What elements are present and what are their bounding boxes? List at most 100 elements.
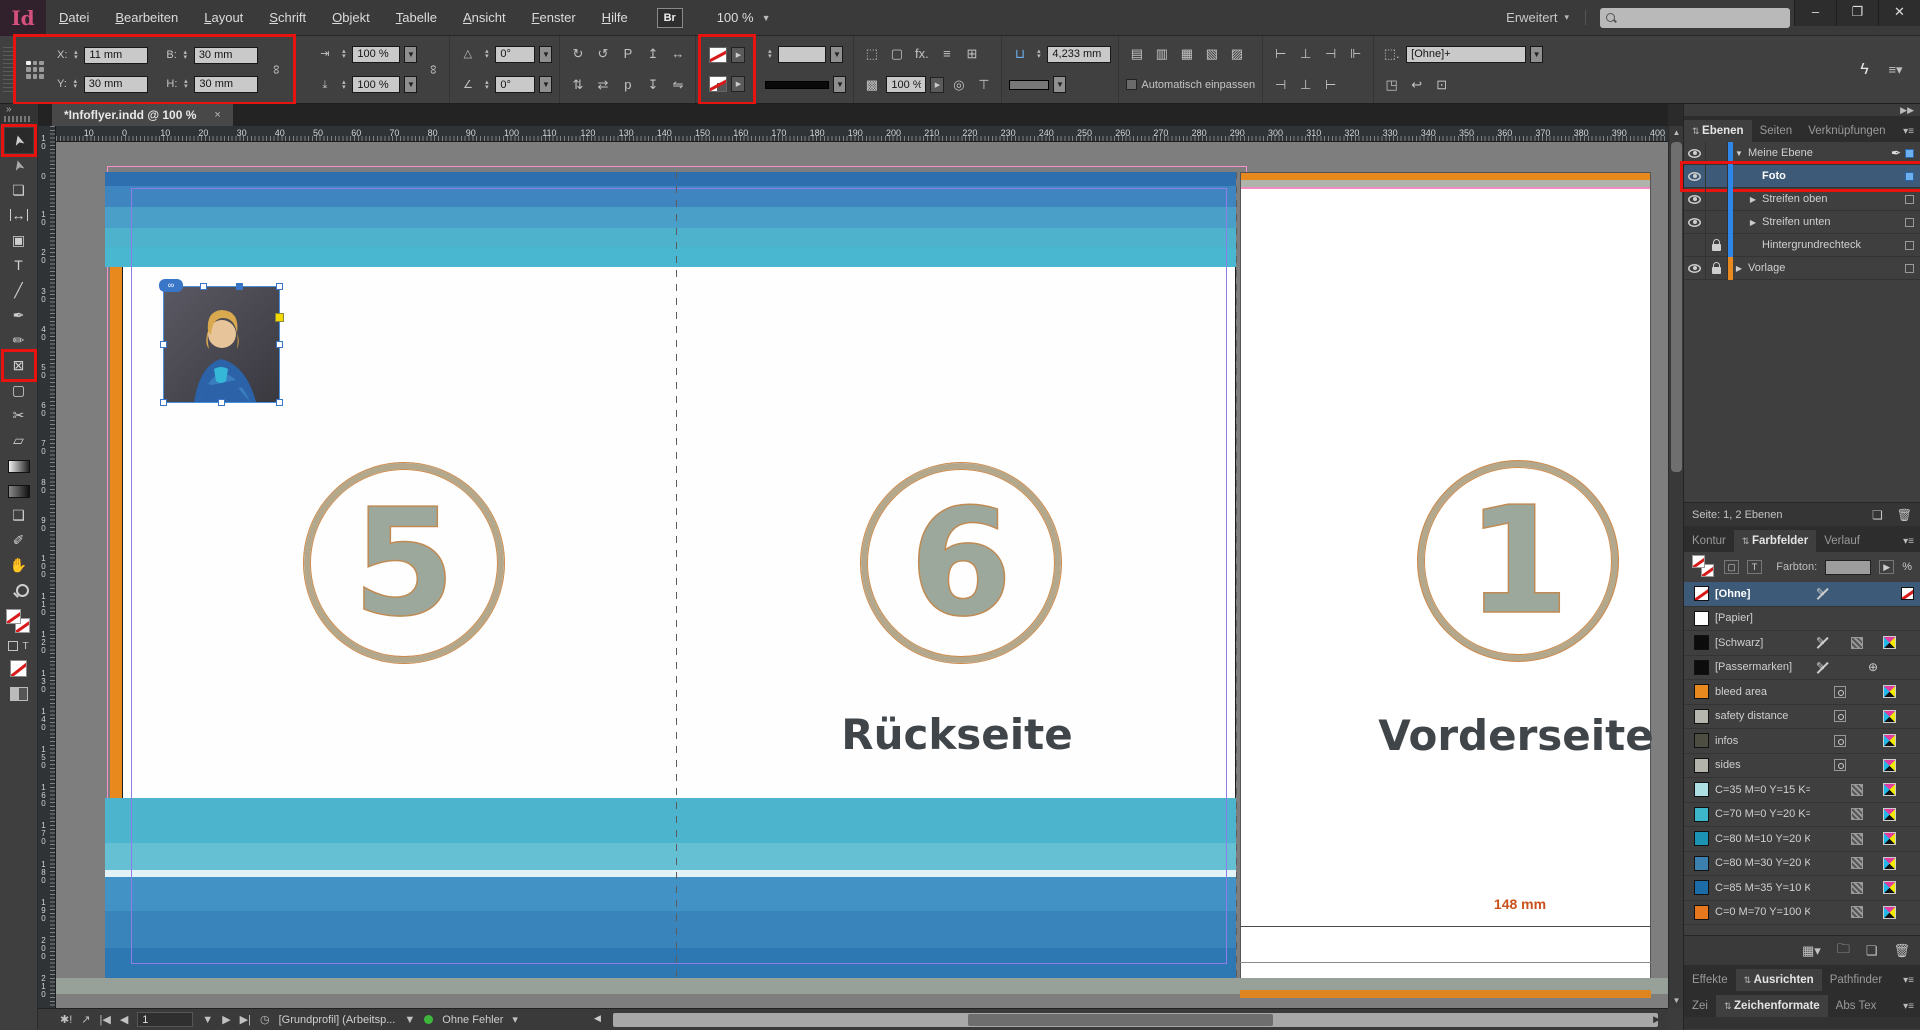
wrap-topbottom-icon[interactable]: ⊤ — [973, 75, 994, 95]
eyedropper-tool[interactable]: ✐ — [5, 528, 33, 553]
scissors-tool[interactable]: ✂ — [5, 403, 33, 428]
flip-horizontal-icon[interactable]: ⇄ — [592, 75, 613, 95]
fit-frame-icon[interactable]: ▧ — [1201, 44, 1222, 64]
search-input[interactable] — [1622, 12, 1785, 24]
scale-x-field[interactable] — [352, 46, 400, 63]
wrap-none-icon[interactable]: ≡ — [936, 44, 957, 64]
visibility-toggle[interactable] — [1684, 211, 1706, 234]
frame-grid-icon[interactable]: ⊡ — [1431, 75, 1452, 95]
swatch-bleed-area[interactable]: bleed area ✎ ⊕ — [1684, 680, 1920, 705]
bridge-button[interactable]: Br — [657, 8, 683, 28]
free-transform-tool[interactable]: ▱ — [5, 428, 33, 453]
menu-item[interactable]: Hilfe — [589, 0, 641, 35]
delete-swatch-icon[interactable]: 🗑 — [1893, 943, 1910, 959]
revert-icon[interactable]: ↩ — [1406, 75, 1427, 95]
first-page-icon[interactable]: |◀ — [100, 1013, 111, 1026]
new-group-icon[interactable]: 🗀 — [1837, 940, 1850, 962]
menu-item[interactable]: Schrift — [256, 0, 319, 35]
lock-toggle[interactable] — [1706, 211, 1728, 234]
direct-selection-tool[interactable]: ➤ — [5, 153, 33, 178]
swatch-c80-30-20-5[interactable]: C=80 M=30 Y=20 K=5 ✎ ⊕ — [1684, 852, 1920, 877]
page-tool[interactable]: ❏ — [5, 178, 33, 203]
scale-y-field[interactable] — [352, 76, 400, 93]
tab-verlauf[interactable]: Verlauf — [1816, 530, 1868, 552]
shear-field[interactable] — [495, 76, 535, 93]
zoom-tool[interactable] — [5, 578, 33, 603]
align-menu-icon[interactable]: ⊩ — [1345, 44, 1366, 64]
chevron-down-icon[interactable]: ▾ — [512, 1013, 518, 1026]
chevron-down-icon[interactable]: ▼ — [404, 46, 417, 63]
visibility-toggle[interactable] — [1684, 142, 1706, 165]
stroke-style-dropdown[interactable]: ▼ — [833, 76, 846, 93]
opacity-field[interactable] — [886, 76, 926, 93]
selection-proxy[interactable] — [1905, 218, 1914, 227]
gradient-swatch-tool[interactable] — [5, 453, 33, 478]
width-stepper[interactable]: ▴▾ — [181, 50, 190, 60]
height-stepper[interactable]: ▴▾ — [181, 79, 190, 89]
swatch-infos[interactable]: infos ✎ ⊕ — [1684, 729, 1920, 754]
tint-arrow-icon[interactable]: ▶ — [1879, 560, 1894, 574]
align-center-icon[interactable]: ⊥ — [1295, 44, 1316, 64]
chevron-down-icon[interactable]: ▼ — [539, 46, 552, 63]
rectangle-tool[interactable]: ▢ — [5, 378, 33, 403]
last-page-icon[interactable]: ▶| — [240, 1013, 251, 1026]
lock-toggle[interactable] — [1706, 142, 1728, 165]
indent-tree-icon[interactable]: ↔ — [667, 44, 688, 64]
tint-field[interactable] — [1825, 560, 1871, 575]
chevron-down-icon[interactable]: ▼ — [539, 76, 552, 93]
align-left-icon[interactable]: ⊢ — [1270, 44, 1291, 64]
new-layer-icon[interactable]: ❏ — [1872, 508, 1883, 522]
shear-stepper[interactable]: ▴▾ — [482, 80, 491, 90]
corner-edit-handle[interactable] — [275, 313, 284, 322]
lock-toggle[interactable] — [1706, 165, 1728, 188]
lock-toggle[interactable] — [1706, 188, 1728, 211]
corner-options-icon[interactable]: ⬚ — [861, 44, 882, 64]
selection-handle[interactable] — [276, 283, 283, 290]
fill-frame-icon[interactable]: ▤ — [1126, 44, 1147, 64]
panel-menu-icon[interactable]: ▾≡ — [1897, 121, 1920, 142]
placed-photo[interactable]: ∞ — [164, 287, 279, 402]
corner-shape-dropdown[interactable]: ▼ — [1053, 76, 1066, 93]
previous-page-icon[interactable]: ◀ — [120, 1013, 128, 1026]
menu-item[interactable]: Objekt — [319, 0, 383, 35]
layer-meine-ebene[interactable]: ▼ Meine Ebene ✒ — [1684, 142, 1920, 165]
scroll-down-icon[interactable]: ▼ — [1669, 994, 1684, 1008]
menu-item[interactable]: Datei — [46, 0, 102, 35]
menu-item[interactable]: Layout — [191, 0, 256, 35]
menu-item[interactable]: Fenster — [519, 0, 589, 35]
quick-apply-icon[interactable]: ϟ — [1854, 60, 1875, 80]
selection-handle[interactable] — [276, 399, 283, 406]
tab-ebenen[interactable]: ⇅ Ebenen — [1684, 120, 1752, 142]
page-number-field[interactable] — [137, 1012, 193, 1027]
paragraph-tree-down-icon[interactable]: ↧ — [642, 75, 663, 95]
stroke-menu-arrow-icon[interactable]: ▶ — [731, 76, 745, 92]
tab-absatzformate[interactable]: Abs Tex — [1828, 995, 1885, 1017]
collapse-panels-icon[interactable]: ▶▶ — [1684, 104, 1920, 116]
lock-toggle[interactable] — [1706, 234, 1728, 257]
toolbar-grip[interactable] — [4, 116, 32, 122]
tab-pathfinder[interactable]: Pathfinder — [1822, 969, 1890, 991]
corner-radius-field[interactable] — [1047, 46, 1111, 63]
swatch-c70-0-20-0[interactable]: C=70 M=0 Y=20 K=0 ✎ ⊕ — [1684, 803, 1920, 828]
rotate-90-ccw-icon[interactable]: ↺ — [592, 44, 613, 64]
width-field[interactable] — [194, 47, 258, 64]
search-box[interactable] — [1600, 8, 1790, 28]
menu-item[interactable]: Tabelle — [383, 0, 450, 35]
scrollbar-thumb[interactable] — [1671, 142, 1682, 472]
height-field[interactable] — [194, 76, 258, 93]
scroll-up-icon[interactable]: ▲ — [1669, 126, 1684, 140]
selection-handle[interactable] — [200, 283, 207, 290]
swatch-safety-distance[interactable]: safety distance ✎ ⊕ — [1684, 705, 1920, 730]
scroll-right-icon[interactable]: ▶ — [1653, 1014, 1660, 1025]
fill-none-swatch[interactable] — [709, 47, 727, 63]
rotation-stepper[interactable]: ▴▾ — [482, 49, 491, 59]
restore-button[interactable]: ❐ — [1836, 0, 1878, 26]
fill-stroke-proxy[interactable] — [6, 609, 32, 635]
selection-proxy[interactable] — [1905, 241, 1914, 250]
fill-stroke-proxy[interactable] — [1692, 555, 1716, 579]
expand-arrow-icon[interactable]: ▶ — [1747, 195, 1759, 204]
page-dropdown-icon[interactable]: ▼ — [202, 1014, 213, 1026]
expand-arrow-icon[interactable]: ▼ — [1733, 149, 1745, 158]
rotation-field[interactable] — [495, 46, 535, 63]
object-style-dropdown[interactable]: ▼ — [1530, 46, 1543, 63]
